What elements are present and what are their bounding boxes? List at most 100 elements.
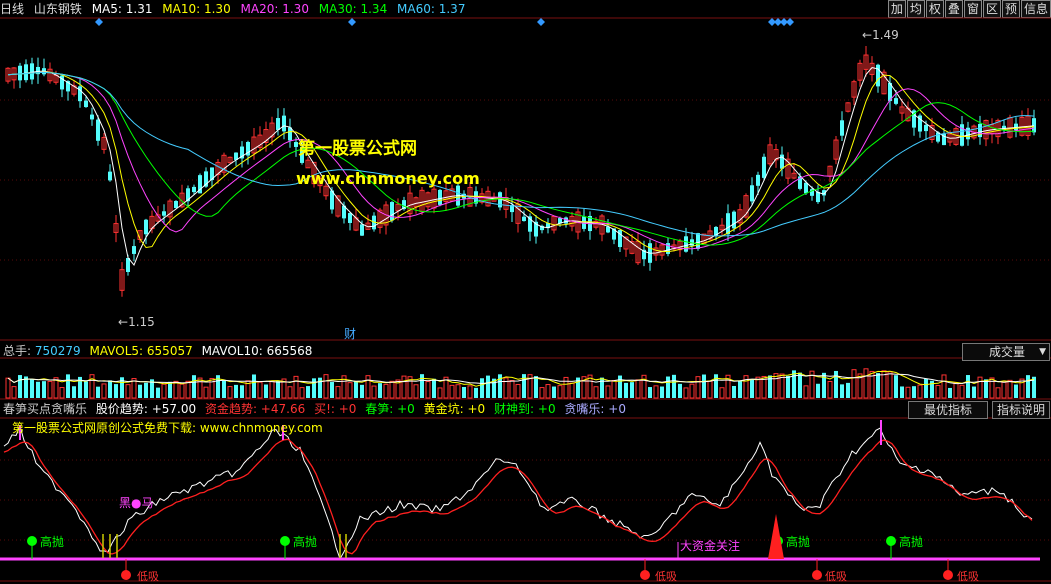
volume-bar [66,374,70,398]
volume-bar [827,381,833,399]
volume-bar [312,378,316,398]
volume-bar [269,380,275,399]
candle-body [174,200,178,209]
mavol10-value: MAVOL10: 665568 [201,344,313,358]
volume-bar [935,384,941,399]
volume-total-label: 总手: [3,344,35,358]
volume-bar [702,374,706,398]
volume-bar [114,384,118,398]
price-candles [5,18,1036,297]
candle-body [750,185,754,202]
candle-body [30,63,34,80]
volume-bar [240,385,244,398]
volume-bar [480,378,484,398]
volume-bar [678,383,682,398]
candle-body [732,211,736,229]
volume-bar [192,375,196,398]
volume-bar [11,386,17,399]
volume-bar [383,383,389,399]
volume-bar [695,376,701,399]
volume-bar [552,386,556,398]
high-sell-label-3: 高抛 [786,535,811,549]
watermark-url: www.chnmoney.com [296,169,480,188]
volume-bar [173,380,179,399]
volume-bar [432,378,436,398]
volume-bar [179,383,185,399]
candle-body [162,211,166,216]
indicator-header: 春笋买点贪嘴乐 股价趋势: +57.00 资金趋势: +47.66 买!: +0… [3,401,631,417]
buy-signal-value: 买!: +0 [314,402,357,416]
volume-bar [42,381,46,398]
volume-bar [185,380,191,399]
volume-bar [773,373,779,399]
volume-bar [330,381,334,398]
ma5-line [7,67,1035,266]
candle-body [96,119,100,141]
volume-bar [1007,379,1013,399]
volume-bar [203,386,209,399]
volume-bar [846,382,850,398]
candle-body [726,213,730,235]
volume-bar [378,383,382,398]
volume-bar [1014,384,1018,398]
ma20-line [7,71,1035,250]
candle-body [894,98,898,104]
volume-bar [108,380,112,398]
high-arrow: ← [862,28,873,42]
volume-bar [995,387,1001,399]
event-diamond-icon [95,18,103,26]
indicator-help-button[interactable]: 指标说明 [992,401,1050,419]
volume-bar [900,386,904,398]
volume-bar [365,375,371,399]
volume-bar [449,384,455,399]
volume-bar [125,384,131,399]
volume-bar [455,384,461,399]
price-trend-value: 股价趋势: +57.00 [95,402,197,416]
candle-body [756,174,760,186]
candle-body [438,189,442,205]
volume-bar [299,387,305,399]
volume-bar [894,375,898,398]
fund-trend-line [3,438,1033,555]
candle-body [132,246,136,254]
volume-bar [515,383,521,399]
volume-bar [371,385,377,399]
volume-bar [389,380,395,399]
black-horse-label: 黑●马 [119,494,154,511]
indicator-selector-dropdown[interactable]: 成交量 ▼ [962,343,1050,361]
low-price-value: 1.15 [128,315,155,329]
volume-bar [683,387,689,399]
volume-bar [360,384,364,398]
promo-text: 第一股票公式网原创公式免费下载: www.chnmoney.com [12,421,323,435]
volume-bar [851,369,857,399]
indicator-name: 春笋买点贪嘴乐 [3,402,88,416]
volume-bar [437,387,443,399]
chart-canvas[interactable] [0,0,1051,582]
spring-shoot-value: 春笋: +0 [365,402,415,416]
volume-bar [84,381,88,398]
high-sell-dot-icon [27,536,37,546]
best-indicator-button[interactable]: 最优指标 [908,401,988,419]
candle-body [360,224,364,236]
volume-bar [557,385,563,399]
candle-body [876,64,880,87]
event-diamond-icon [786,18,794,26]
volume-bar [96,386,100,398]
volume-bar [666,376,670,398]
indicator-selector-value: 成交量 [989,345,1026,359]
volume-bar [257,381,263,399]
volume-bar [863,368,869,399]
black-horse-dot-icon: ● [131,496,142,510]
finance-marker[interactable]: 财 [344,325,356,342]
volume-bar [30,379,34,398]
volume-bar [816,383,820,398]
volume-bar [984,379,988,398]
volume-bar [959,384,965,399]
volume-bar [966,375,970,398]
volume-bar [719,387,725,399]
low-price-label: ←1.15 [118,315,155,329]
high-sell-label-1: 高抛 [40,535,65,549]
candle-body [684,236,688,252]
candle-body [696,233,700,249]
volume-bar [101,383,107,399]
